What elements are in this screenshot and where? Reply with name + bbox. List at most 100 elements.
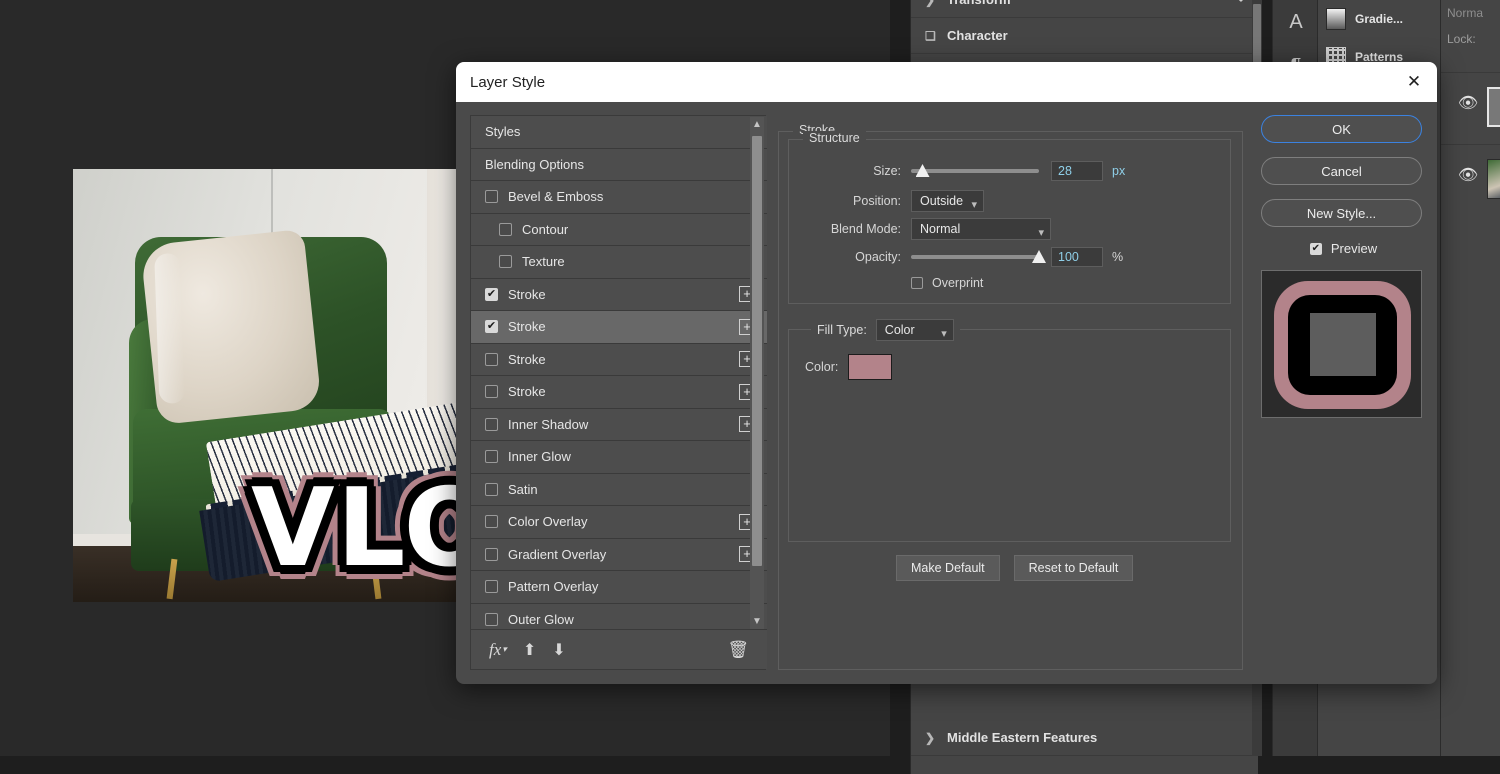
- effect-row-inner-shadow[interactable]: Inner Shadow+: [471, 409, 767, 442]
- effect-enable-checkbox[interactable]: [485, 580, 498, 593]
- effect-row-label: Gradient Overlay: [508, 547, 606, 562]
- size-unit-label: px: [1112, 164, 1125, 178]
- effect-row-texture[interactable]: Texture: [471, 246, 767, 279]
- blend-mode-select[interactable]: Normal ▾: [911, 218, 1051, 240]
- effect-row-stroke[interactable]: Stroke+: [471, 279, 767, 312]
- opacity-slider-knob[interactable]: [1032, 250, 1046, 263]
- stroke-settings-panel: Stroke Structure Size: 28 px: [778, 115, 1243, 670]
- library-item-gradients-label: Gradie...: [1355, 12, 1403, 26]
- color-label: Color:: [805, 360, 838, 374]
- effect-row-label: Inner Glow: [508, 449, 571, 464]
- overprint-row[interactable]: Overprint: [789, 272, 1232, 294]
- close-icon[interactable]: ✕: [1401, 70, 1427, 94]
- new-style-button[interactable]: New Style...: [1261, 199, 1422, 227]
- effect-row-contour[interactable]: Contour: [471, 214, 767, 247]
- opacity-slider[interactable]: [911, 255, 1039, 259]
- effect-row-label: Stroke: [508, 319, 546, 334]
- panel-section-character[interactable]: ❑ Character: [911, 18, 1258, 54]
- fill-type-fieldset: Fill Type: Color ▾ Color:: [788, 329, 1231, 542]
- effect-row-inner-glow[interactable]: Inner Glow: [471, 441, 767, 474]
- chevron-down-icon[interactable]: ▼: [750, 614, 764, 630]
- reset-to-default-button[interactable]: Reset to Default: [1014, 555, 1134, 581]
- effect-row-color-overlay[interactable]: Color Overlay+: [471, 506, 767, 539]
- position-select-value: Outside: [920, 194, 963, 208]
- effect-row-stroke[interactable]: Stroke+: [471, 376, 767, 409]
- effect-row-pattern-overlay[interactable]: Pattern Overlay: [471, 571, 767, 604]
- effect-row-stroke[interactable]: Stroke+: [471, 344, 767, 377]
- effect-row-label: Color Overlay: [508, 514, 587, 529]
- preview-checkbox[interactable]: [1310, 243, 1322, 255]
- effect-enable-checkbox[interactable]: [485, 320, 498, 333]
- effect-enable-checkbox[interactable]: [499, 223, 512, 236]
- scrollbar-thumb[interactable]: [752, 136, 762, 566]
- trash-icon[interactable]: 🗑: [727, 640, 749, 660]
- chevron-right-icon: ❯: [925, 0, 935, 7]
- arrow-up-icon[interactable]: ⬆: [523, 640, 536, 660]
- library-item-gradients[interactable]: Gradie...: [1318, 0, 1440, 38]
- panel-section-middle-eastern[interactable]: ❯ Middle Eastern Features: [911, 720, 1258, 756]
- effect-row-satin[interactable]: Satin: [471, 474, 767, 507]
- effect-enable-checkbox[interactable]: [485, 385, 498, 398]
- layer-row[interactable]: 👁: [1441, 72, 1500, 144]
- effects-list-scrollbar[interactable]: ▲ ▼: [750, 117, 764, 630]
- layer-row[interactable]: 👁: [1441, 144, 1500, 216]
- effect-enable-checkbox[interactable]: [485, 353, 498, 366]
- effect-enable-checkbox[interactable]: [499, 255, 512, 268]
- fill-type-select[interactable]: Color ▾: [876, 319, 954, 341]
- eye-icon[interactable]: 👁: [1459, 169, 1477, 181]
- effect-row-label: Inner Shadow: [508, 417, 588, 432]
- character-a-icon[interactable]: A: [1273, 0, 1319, 44]
- color-swatch[interactable]: [848, 354, 892, 380]
- layers-blend-mode-label[interactable]: Norma: [1441, 0, 1500, 20]
- document-image[interactable]: VLO: [73, 169, 493, 602]
- effect-enable-checkbox[interactable]: [485, 418, 498, 431]
- effects-list-panel[interactable]: StylesBlending OptionsBevel & EmbossCont…: [470, 115, 766, 670]
- throw-pillow: [140, 229, 322, 425]
- effects-list[interactable]: StylesBlending OptionsBevel & EmbossCont…: [471, 116, 767, 631]
- ok-button[interactable]: OK: [1261, 115, 1422, 143]
- layers-lock-label: Lock:: [1441, 20, 1500, 46]
- eye-icon[interactable]: 👁: [1459, 97, 1477, 109]
- overprint-checkbox[interactable]: [911, 277, 923, 289]
- layers-panel[interactable]: Norma Lock: 👁 👁: [1440, 0, 1500, 756]
- structure-fieldset: Structure Size: 28 px Position:: [788, 139, 1231, 304]
- fx-icon[interactable]: fx▾: [489, 640, 507, 660]
- layer-style-dialog[interactable]: Layer Style ✕ StylesBlending OptionsBeve…: [456, 62, 1437, 684]
- effect-row-styles[interactable]: Styles: [471, 116, 767, 149]
- panel-section-transform[interactable]: ❯ Transform ↷: [911, 0, 1258, 18]
- arrow-down-icon[interactable]: ⬇: [552, 640, 565, 660]
- size-input[interactable]: 28: [1051, 161, 1103, 181]
- effect-enable-checkbox[interactable]: [485, 613, 498, 626]
- effect-enable-checkbox[interactable]: [485, 548, 498, 561]
- effect-enable-checkbox[interactable]: [485, 288, 498, 301]
- effect-row-bevel-emboss[interactable]: Bevel & Emboss: [471, 181, 767, 214]
- opacity-unit-label: %: [1112, 250, 1123, 264]
- opacity-label: Opacity:: [789, 250, 901, 264]
- blend-mode-row: Blend Mode: Normal ▾: [789, 218, 1232, 240]
- blend-mode-select-value: Normal: [920, 222, 960, 236]
- effect-enable-checkbox[interactable]: [485, 190, 498, 203]
- effect-enable-checkbox[interactable]: [485, 450, 498, 463]
- effect-row-label: Satin: [508, 482, 538, 497]
- gradient-swatch-icon: [1326, 8, 1346, 30]
- effects-toolbar[interactable]: fx▾ ⬆ ⬇ 🗑: [471, 629, 767, 669]
- size-slider[interactable]: [911, 169, 1039, 173]
- position-select[interactable]: Outside ▾: [911, 190, 984, 212]
- reset-icon[interactable]: ↷: [1233, 0, 1244, 8]
- effect-row-label: Texture: [522, 254, 565, 269]
- panel-section-character-label: Character: [947, 28, 1008, 43]
- effect-row-outer-glow[interactable]: Outer Glow: [471, 604, 767, 632]
- effect-row-gradient-overlay[interactable]: Gradient Overlay+: [471, 539, 767, 572]
- chevron-up-icon[interactable]: ▲: [750, 117, 764, 133]
- effect-enable-checkbox[interactable]: [485, 515, 498, 528]
- preview-row[interactable]: Preview: [1261, 241, 1426, 256]
- make-default-button[interactable]: Make Default: [896, 555, 1000, 581]
- effect-row-stroke[interactable]: Stroke+: [471, 311, 767, 344]
- cancel-button[interactable]: Cancel: [1261, 157, 1422, 185]
- size-slider-knob[interactable]: [916, 164, 930, 177]
- opacity-input[interactable]: 100: [1051, 247, 1103, 267]
- effect-row-blending-options[interactable]: Blending Options: [471, 149, 767, 182]
- layer-thumbnail[interactable]: [1487, 159, 1500, 199]
- effect-enable-checkbox[interactable]: [485, 483, 498, 496]
- layer-thumbnail[interactable]: [1487, 87, 1500, 127]
